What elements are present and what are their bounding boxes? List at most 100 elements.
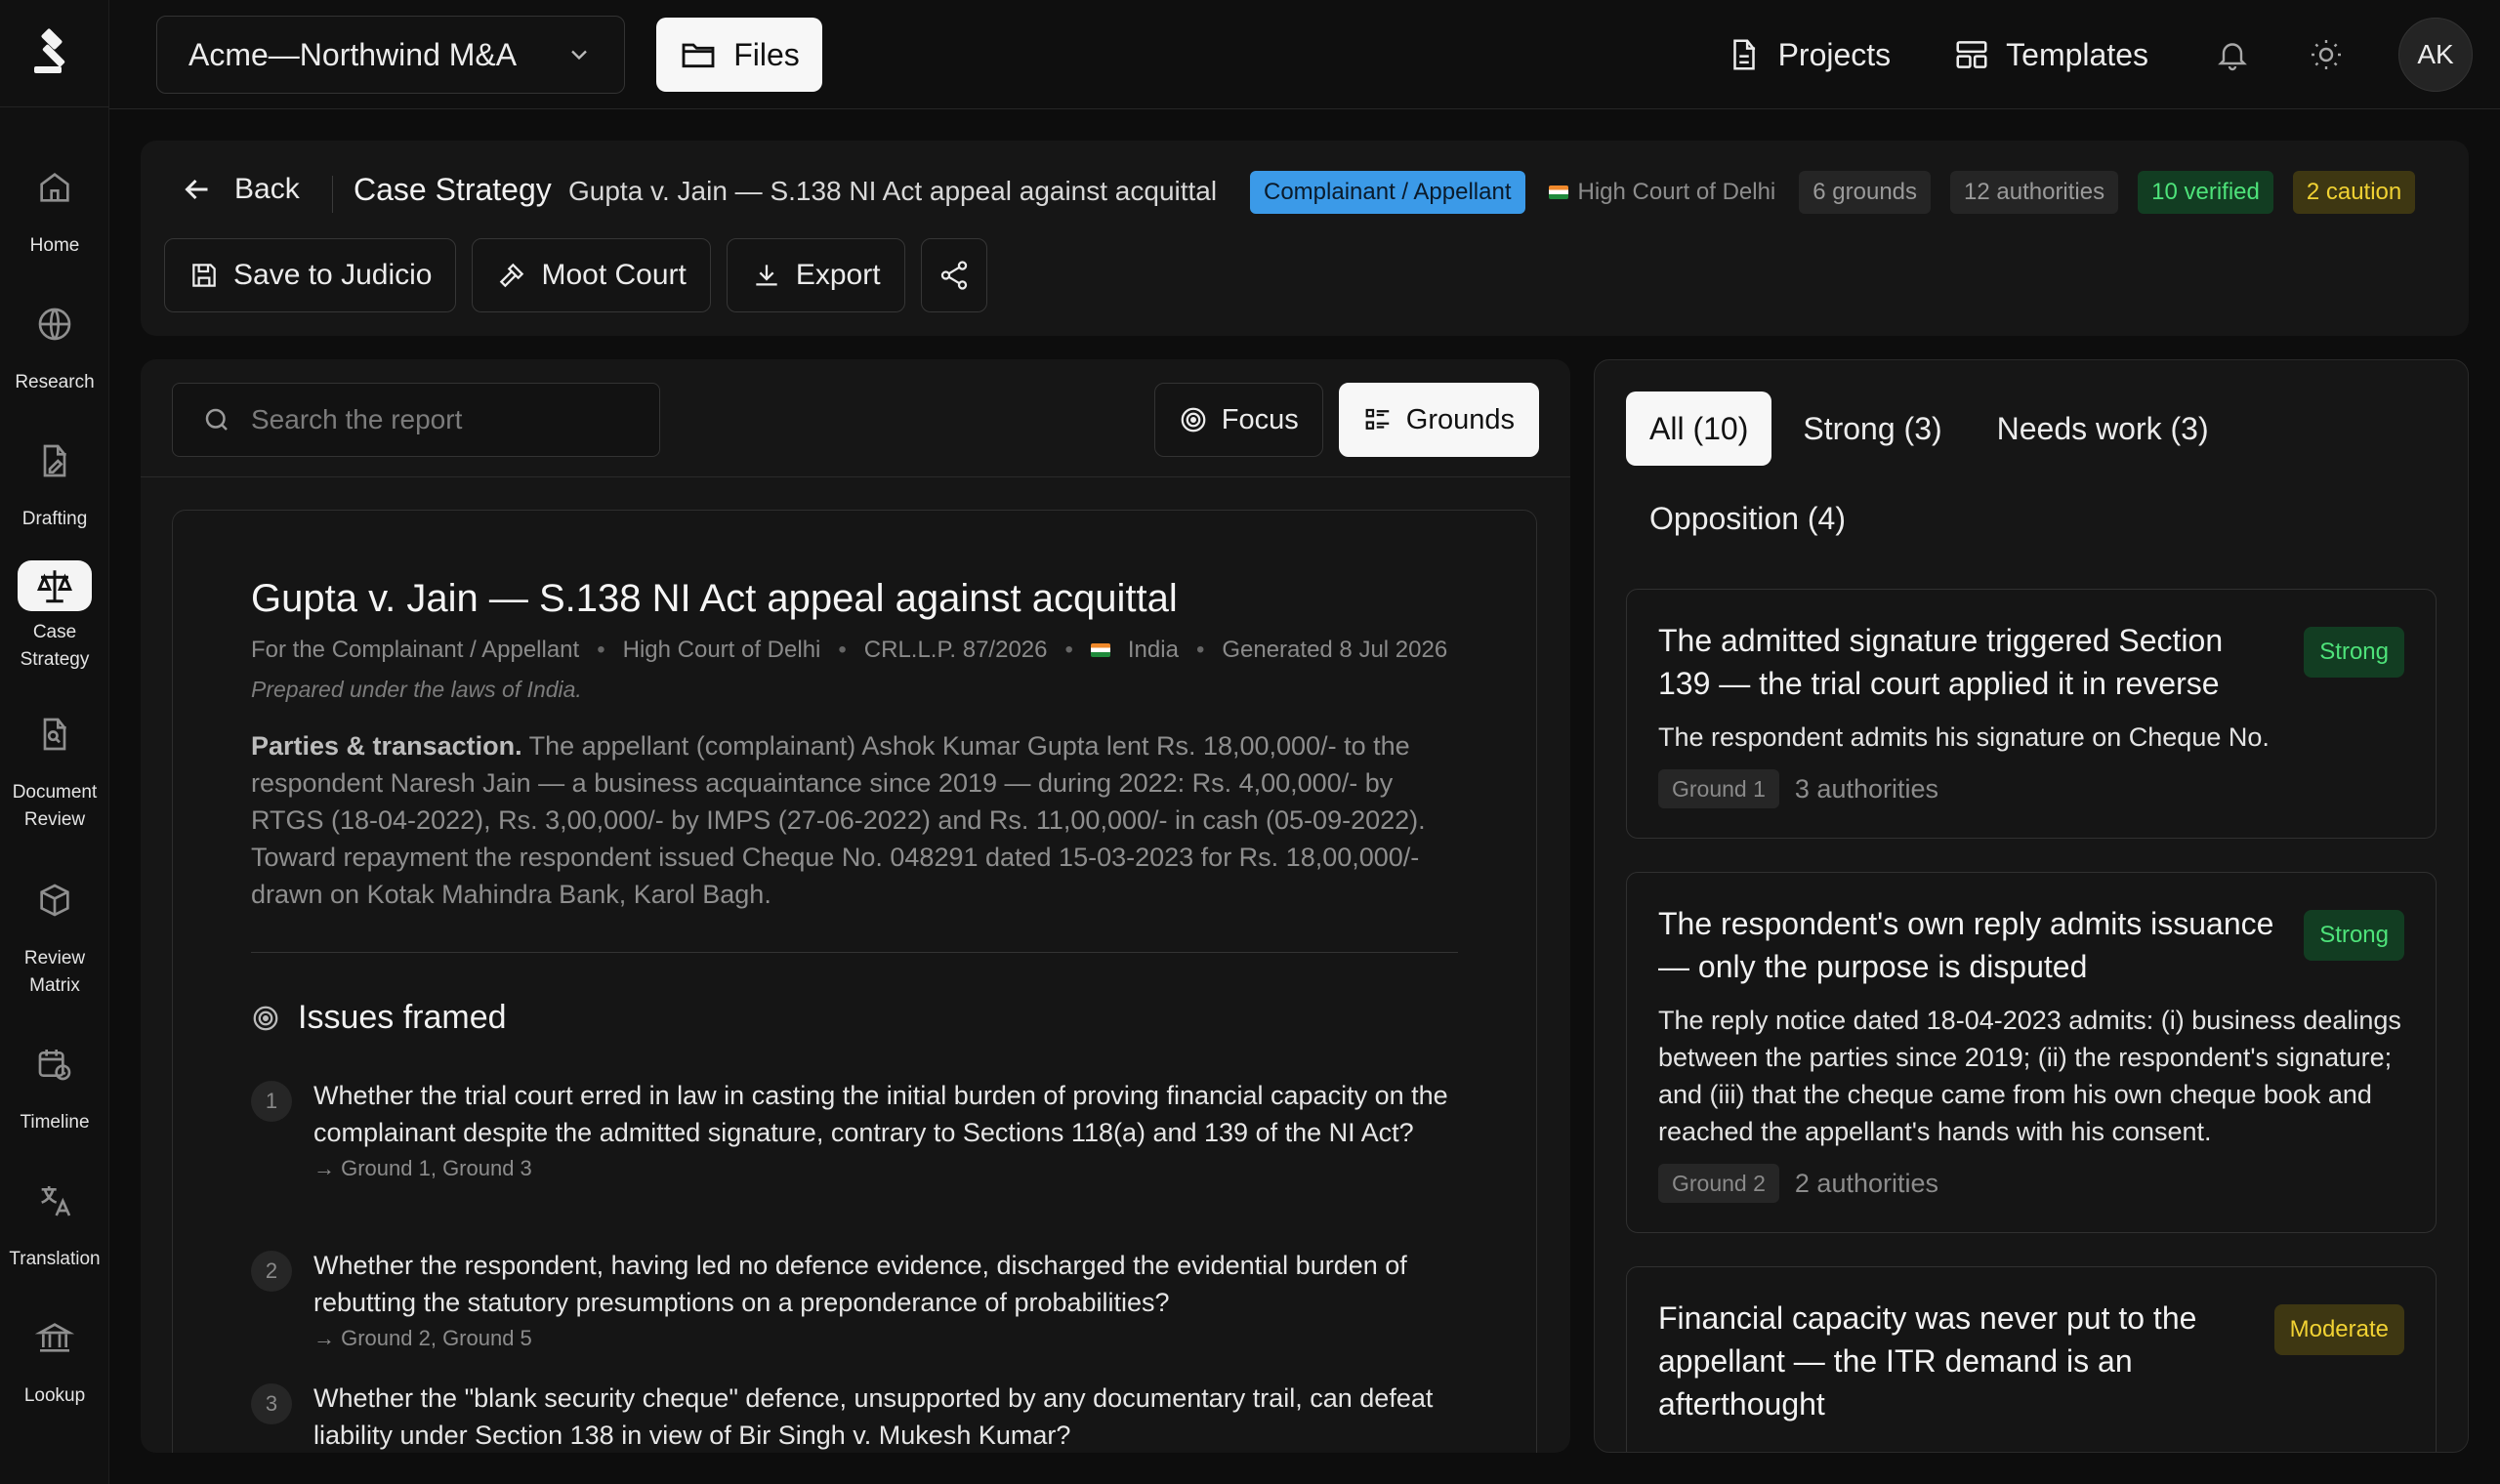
layout-icon [1953,36,1990,73]
search-icon [202,405,231,434]
grounds-button[interactable]: Grounds [1338,383,1539,457]
avatar[interactable]: AK [2398,18,2473,92]
sidebar-item-document-review[interactable]: Document Review [0,674,109,840]
cube-icon [18,863,92,937]
ground-card[interactable]: The respondent's own reply admits issuan… [1626,872,2437,1233]
sidebar-item-home[interactable]: Home [0,127,109,264]
sun-icon[interactable] [2305,33,2348,76]
projects-label: Projects [1777,36,1892,72]
issues-heading: Issues framed [251,999,507,1037]
report-jurisdiction-note: Prepared under the laws of India. [251,677,582,702]
projects-link[interactable]: Projects [1726,36,1892,73]
export-button[interactable]: Export [726,238,905,312]
focus-button[interactable]: Focus [1153,383,1323,457]
sidebar-item-translation[interactable]: Translation [0,1140,109,1277]
meta-party: For the Complainant / Appellant [251,637,580,663]
separator-dot: • [838,637,847,663]
issue-item: 1 Whether the trial court erred in law i… [251,1077,1462,1184]
files-button[interactable]: Files [656,18,822,92]
ground-summary: The respondent admits his signature on C… [1658,722,2270,752]
sidebar-item-case-strategy[interactable]: Case Strategy [0,537,109,674]
share-button[interactable] [920,238,987,312]
strength-badge: Moderate [2273,1304,2404,1355]
authorities-count-badge: 12 authorities [1950,171,2119,214]
ground-title: The respondent's own reply admits issuan… [1658,906,2274,984]
grounds-panel: All (10) Strong (3) Needs work (3) Oppos… [1594,359,2469,1453]
header-actions: Save to Judicio Moot Court Export [164,238,987,312]
sidebar-item-timeline[interactable]: Timeline [0,1004,109,1140]
sidebar-item-label: Review Matrix [23,948,86,996]
sidebar-item-review-matrix[interactable]: Review Matrix [0,840,109,1004]
scales-icon [18,560,92,611]
ground-card[interactable]: The admitted signature triggered Section… [1626,589,2437,839]
search-placeholder: Search the report [251,404,463,434]
sidebar-item-research[interactable]: Research [0,264,109,400]
focus-label: Focus [1221,403,1299,435]
authorities-count: 2 authorities [1794,1168,1938,1198]
grounds-filter-tabs: All (10) Strong (3) Needs work (3) Oppos… [1626,392,2446,556]
issue-text: Whether the "blank security cheque" defe… [313,1383,1434,1450]
sidebar-nav: Home Research Drafting Case Strategy Doc… [0,127,109,1414]
authorities-count: 3 authorities [1794,773,1938,804]
chevron-down-icon [565,41,593,68]
separator-dot: • [1195,637,1205,663]
page-title: Case Strategy [354,172,552,207]
templates-link[interactable]: Templates [1953,36,2148,73]
ground-tag: Ground 1 [1658,769,1779,808]
sidebar-item-label: Document Review [12,782,98,830]
strength-badge: Strong [2304,627,2404,678]
tab-needs-work[interactable]: Needs work (3) [1974,392,2232,466]
home-icon [18,150,92,225]
issue-item: 3 Whether the "blank security cheque" de… [251,1380,1462,1453]
courthouse-icon [18,1300,92,1375]
issue-refs[interactable]: → Ground 2, Ground 5 [313,1323,1462,1354]
tab-all[interactable]: All (10) [1626,392,1772,466]
india-flag-icon [1548,186,1568,199]
ground-title: The admitted signature triggered Section… [1658,623,2224,701]
sidebar-item-lookup[interactable]: Lookup [0,1277,109,1414]
export-label: Export [795,259,881,291]
share-icon [938,259,971,292]
india-flag-icon [1090,643,1110,657]
divider [141,476,1570,477]
app-logo[interactable] [0,0,109,107]
report-title: Gupta v. Jain — S.138 NI Act appeal agai… [251,577,1178,620]
tab-strong[interactable]: Strong (3) [1779,392,1965,466]
download-icon [751,260,782,291]
document-icon [1726,36,1763,73]
issue-text: Whether the respondent, having led no de… [313,1251,1407,1317]
ground-tag: Ground 2 [1658,1164,1779,1203]
back-button[interactable]: Back [180,170,300,209]
sidebar-item-drafting[interactable]: Drafting [0,400,109,537]
folder-icon [679,35,718,74]
list-icon [1363,405,1393,434]
sidebar-item-label: Home [29,235,80,256]
issue-number: 1 [251,1081,292,1122]
sidebar-item-label: Research [15,372,95,392]
save-to-judicio-button[interactable]: Save to Judicio [164,238,457,312]
top-actions: Projects Templates AK [1726,16,2473,94]
arrow-left-icon [180,172,215,207]
search-input[interactable]: Search the report [172,383,660,457]
separator-dot: • [597,637,605,663]
issue-number: 3 [251,1383,292,1424]
grounds-label: Grounds [1405,403,1515,435]
issue-refs[interactable]: → Ground 1, Ground 3 [313,1153,1462,1184]
case-header: Back Case Strategy Gupta v. Jain — S.138… [141,141,2469,336]
project-selector[interactable]: Acme—Northwind M&A [156,16,625,94]
bell-icon[interactable] [2211,33,2254,76]
ground-summary: The reply notice dated 18-04-2023 admits… [1658,1006,2401,1146]
report-meta: For the Complainant / Appellant • High C… [251,634,1447,667]
ground-card[interactable]: Financial capacity was never put to the … [1626,1266,2437,1452]
tab-opposition[interactable]: Opposition (4) [1626,481,1869,556]
files-label: Files [733,36,800,72]
strength-badge: Strong [2304,910,2404,961]
moot-court-button[interactable]: Moot Court [472,238,711,312]
meta-generated: Generated 8 Jul 2026 [1222,637,1448,663]
divider [251,952,1458,953]
separator-dot: • [1064,637,1073,663]
court-label: High Court of Delhi [1577,179,1776,205]
meta-country: India [1127,637,1179,663]
view-toggle: Focus Grounds [1153,383,1539,457]
report-panel: Search the report Focus Grounds Gupta v.… [141,359,1570,1453]
